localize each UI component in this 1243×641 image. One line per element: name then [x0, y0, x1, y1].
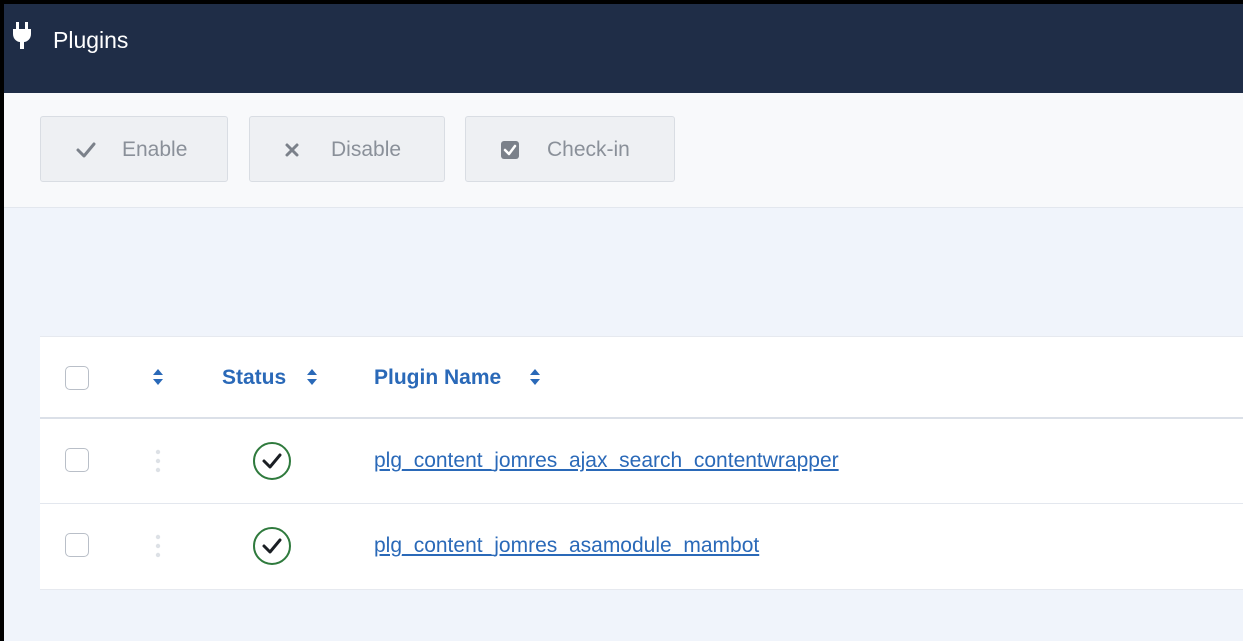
sort-icon[interactable]	[152, 368, 164, 386]
drag-handle-icon[interactable]	[152, 533, 164, 559]
checkin-label: Check-in	[547, 138, 630, 161]
plugin-name-link[interactable]: plg_content_jomres_ajax_search_contentwr…	[374, 448, 839, 474]
sort-icon[interactable]	[306, 368, 318, 386]
plugins-table: Status Plugin Name plg_content_jomres_aj…	[40, 336, 1243, 590]
check-circle-icon[interactable]	[250, 439, 294, 483]
enable-label: Enable	[122, 138, 188, 161]
checkin-button[interactable]: Check-in	[465, 116, 675, 182]
sort-icon[interactable]	[529, 368, 541, 386]
check-icon	[76, 142, 96, 158]
page-header: Plugins	[4, 4, 1243, 93]
drag-handle-icon[interactable]	[152, 448, 164, 474]
table-row: plg_content_jomres_ajax_search_contentwr…	[40, 419, 1243, 504]
disable-label: Disable	[331, 138, 402, 161]
close-icon	[285, 143, 299, 157]
page-title: Plugins	[53, 27, 129, 53]
plug-icon	[13, 22, 31, 49]
table-row: plg_content_jomres_asamodule_mambot	[40, 504, 1243, 588]
disable-button[interactable]: Disable	[249, 116, 445, 182]
row-checkbox[interactable]	[65, 448, 89, 472]
app-frame: Plugins Enable Disable Check-in Status P…	[4, 4, 1243, 641]
status-column-header[interactable]: Status	[222, 366, 286, 390]
plugin-name-link[interactable]: plg_content_jomres_asamodule_mambot	[374, 533, 759, 559]
plugin-name-column-header[interactable]: Plugin Name	[374, 366, 501, 390]
table-header: Status Plugin Name	[40, 337, 1243, 419]
select-all-checkbox[interactable]	[65, 366, 89, 390]
checkbox-checked-icon	[501, 141, 519, 159]
enable-button[interactable]: Enable	[40, 116, 228, 182]
toolbar: Enable Disable Check-in	[4, 93, 1243, 208]
check-circle-icon[interactable]	[250, 524, 294, 568]
row-checkbox[interactable]	[65, 533, 89, 557]
